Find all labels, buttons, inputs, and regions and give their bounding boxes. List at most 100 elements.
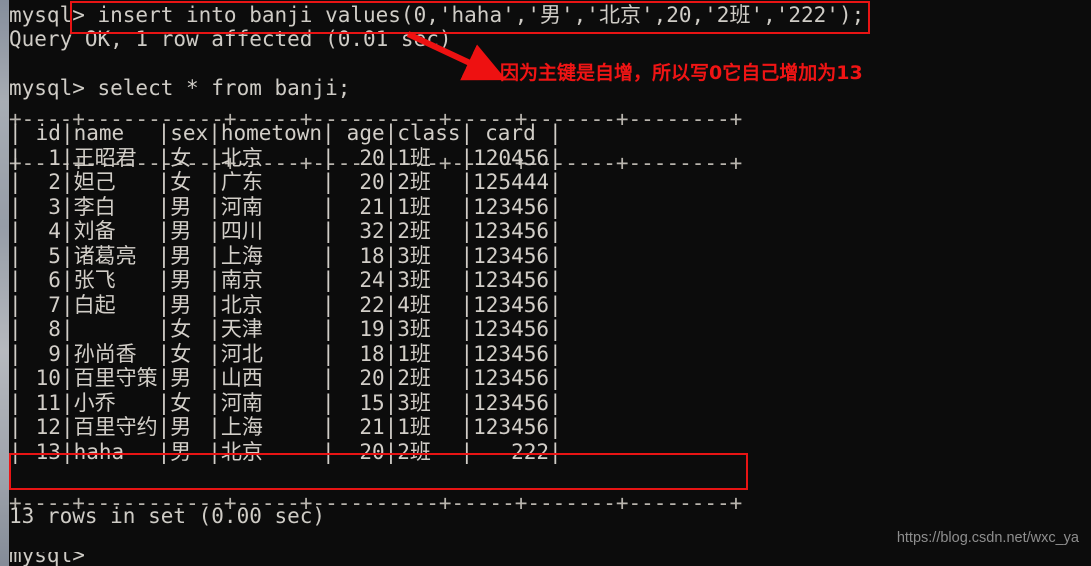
col-divider: | [9, 292, 22, 317]
col-divider: | [157, 390, 171, 415]
col-divider: | [157, 145, 171, 170]
table-row: | 9 | 孙尚香 | 女 | 河北 | 18 | 1班 | 123456 | [9, 342, 562, 367]
col-divider: | [322, 243, 335, 268]
cell-hometown: 广东 [220, 170, 263, 194]
col-divider: | [157, 366, 171, 390]
col-divider: | [157, 341, 171, 366]
cell-name: 王昭君 [73, 145, 137, 170]
col-divider: | [208, 415, 221, 439]
col-divider: | [9, 219, 22, 243]
cell-card: 123456 [473, 390, 549, 415]
cell-name: 诸葛亮 [73, 243, 137, 268]
col-divider: | [9, 243, 22, 268]
header-card: card [485, 121, 536, 145]
col-divider: | [9, 194, 22, 219]
cell-age: 32 [359, 219, 385, 243]
col-divider: | [60, 390, 74, 415]
cell-hometown: 河南 [220, 390, 263, 415]
col-divider: | [384, 341, 398, 366]
cell-card: 123456 [473, 366, 549, 390]
col-divider: | [157, 415, 171, 439]
cell-sex: 男 [170, 194, 192, 219]
cell-class: 4班 [397, 292, 431, 317]
cell-age: 18 [359, 243, 385, 268]
cell-id: 3 [48, 194, 61, 219]
cell-hometown: 山西 [220, 366, 263, 390]
cell-card: 123456 [473, 292, 549, 317]
cell-name: 孙尚香 [73, 341, 137, 366]
table-header-row: | id | name | sex | hometown | age | cla… [9, 121, 562, 146]
col-divider: | [60, 268, 74, 292]
cell-id: 7 [48, 292, 61, 317]
cell-name: 小乔 [73, 390, 116, 415]
cell-age: 20 [359, 170, 385, 194]
rows-in-set-status: 13 rows in set (0.00 sec) [9, 504, 326, 528]
col-divider: | [384, 415, 398, 439]
cell-card: 123456 [473, 415, 549, 439]
cell-sex: 男 [170, 415, 192, 439]
col-divider: | [9, 145, 22, 170]
col-divider: | [157, 170, 171, 194]
col-divider: | [60, 243, 74, 268]
col-divider: | [9, 390, 22, 415]
col-divider: | [9, 170, 22, 194]
col-divider: | [60, 121, 74, 145]
cell-class: 1班 [397, 341, 431, 366]
table-row: | 6 | 张飞 | 男 | 南京 | 24 | 3班 | 123456 | [9, 268, 562, 293]
col-divider: | [9, 415, 22, 439]
cell-age: 19 [359, 317, 385, 341]
cell-id: 1 [48, 145, 61, 170]
watermark: https://blog.csdn.net/wxc_ya [896, 530, 1079, 546]
insert-statement-highlight [70, 1, 870, 34]
col-divider: | [549, 415, 562, 439]
col-divider: | [384, 268, 398, 292]
col-divider: | [157, 219, 171, 243]
table-row: | 11 | 小乔 | 女 | 河南 | 15 | 3班 | 123456 | [9, 391, 562, 416]
header-name: name [73, 121, 125, 145]
col-divider: | [157, 194, 171, 219]
col-divider: | [157, 292, 171, 317]
col-divider: | [9, 121, 22, 145]
table-row: | 1 | 王昭君 | 女 | 北京 | 20 | 1班 | 120456 | [9, 146, 562, 171]
col-divider: | [384, 170, 398, 194]
cell-hometown: 河北 [220, 341, 263, 366]
col-divider: | [322, 145, 335, 170]
col-divider: | [322, 170, 335, 194]
col-divider: | [9, 366, 22, 390]
cell-sex: 男 [170, 243, 192, 268]
cell-class: 3班 [397, 317, 431, 341]
col-divider: | [460, 145, 474, 170]
header-hometown: hometown [220, 121, 323, 145]
col-divider: | [549, 366, 562, 390]
cell-hometown: 北京 [220, 292, 263, 317]
new-row-highlight [9, 453, 748, 490]
cell-sex: 女 [170, 170, 192, 194]
cell-card: 123456 [473, 268, 549, 292]
cell-class: 2班 [397, 170, 431, 194]
col-divider: | [549, 317, 562, 341]
result-grid: | id | name | sex | hometown | age | cla… [9, 121, 562, 464]
cell-id: 9 [48, 341, 61, 366]
col-divider: | [384, 243, 398, 268]
col-divider: | [322, 194, 335, 219]
col-divider: | [322, 341, 335, 366]
col-divider: | [384, 121, 398, 145]
cell-name: 百里守策 [73, 366, 158, 390]
cell-hometown: 上海 [220, 243, 263, 268]
cell-sex: 男 [170, 292, 192, 317]
col-divider: | [60, 341, 74, 366]
table-row: | 2 | 妲己 | 女 | 广东 | 20 | 2班 | 125444 | [9, 170, 562, 195]
col-divider: | [322, 219, 335, 243]
select-command-line: mysql> select * from banji; [9, 77, 350, 99]
col-divider: | [157, 268, 171, 292]
table-body: | 1 | 王昭君 | 女 | 北京 | 20 | 1班 | 120456 | | 2 | 妲己 | 女 | 广东 | 20 | 2… [9, 146, 562, 465]
col-divider: | [460, 390, 474, 415]
col-divider: | [208, 170, 221, 194]
header-sex: sex [170, 121, 209, 145]
col-divider: | [208, 341, 221, 366]
cell-class: 3班 [397, 268, 431, 292]
cell-sex: 女 [170, 317, 192, 341]
col-divider: | [549, 121, 562, 145]
col-divider: | [208, 121, 221, 145]
cell-age: 20 [359, 366, 385, 390]
